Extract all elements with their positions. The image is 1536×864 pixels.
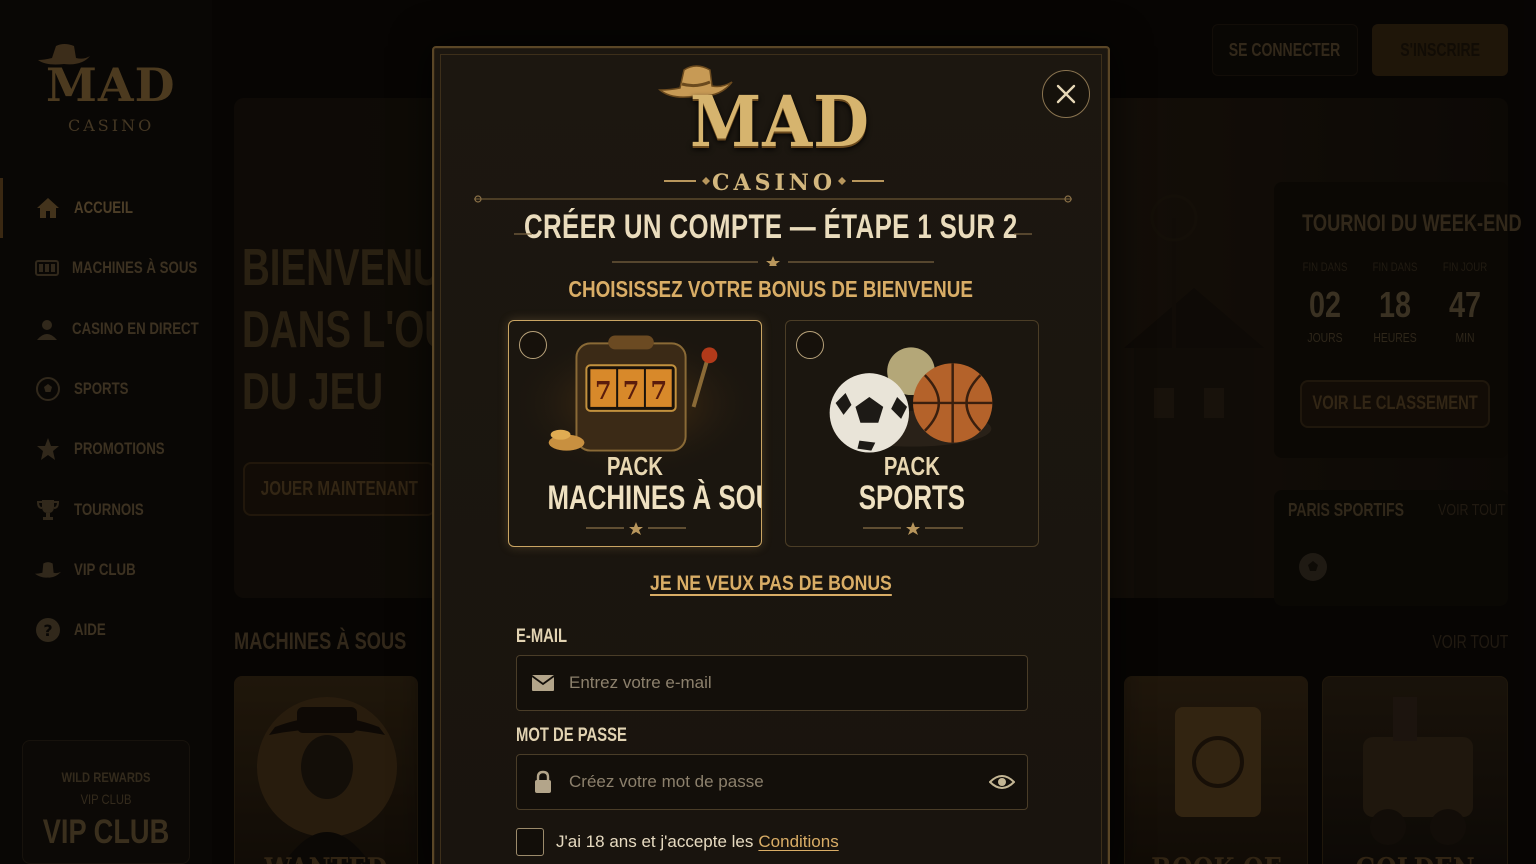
card-ornament <box>863 522 963 535</box>
bonus-pack-label: PACK <box>607 451 663 481</box>
bonus-pack-name: MACHINES À SOUS <box>547 479 761 517</box>
password-label: MOT DE PASSE <box>516 725 627 746</box>
lock-icon <box>517 754 569 810</box>
close-button[interactable] <box>1042 70 1090 118</box>
card-ornament <box>586 522 686 535</box>
signup-modal: MAD CASINO CRÉER UN COMPTE — ÉTAPE 1 SUR… <box>432 46 1110 864</box>
show-password-eye-icon[interactable] <box>977 755 1027 809</box>
no-bonus-wrap: JE NE VEUX PAS DE BONUS <box>434 572 1108 596</box>
modal-brand-logo: MAD CASINO <box>654 58 894 196</box>
bonus-subtitle: CHOISISSEZ VOTRE BONUS DE BIENVENUE <box>568 276 974 302</box>
terms-text: J'ai 18 ans et j'accepte les <box>556 832 754 851</box>
email-field[interactable] <box>516 655 1028 711</box>
close-icon <box>1056 84 1076 104</box>
svg-text:7: 7 <box>595 377 612 405</box>
svg-text:7: 7 <box>623 377 640 405</box>
terms-link[interactable]: Conditions <box>758 832 838 852</box>
modal-brand-sub: CASINO <box>711 170 837 196</box>
password-input[interactable] <box>569 755 977 809</box>
bonus-pack-name: SPORTS <box>858 479 966 517</box>
bonus-card-sports[interactable]: PACK SPORTS <box>785 320 1039 547</box>
no-bonus-link[interactable]: JE NE VEUX PAS DE BONUS <box>650 572 892 596</box>
envelope-icon <box>517 655 569 711</box>
terms-checkbox[interactable] <box>516 828 544 856</box>
bonus-pack-label: PACK <box>884 451 940 481</box>
bonus-radio-slots[interactable] <box>519 331 547 359</box>
bonus-radio-sports[interactable] <box>796 331 824 359</box>
terms-row: J'ai 18 ans et j'accepte les Conditions <box>516 828 839 856</box>
title-ornament <box>514 233 1032 266</box>
header-divider <box>474 195 1072 203</box>
email-input[interactable] <box>569 656 1027 710</box>
bonus-card-slots[interactable]: 7 7 7 PACK MACHINES À SOUS <box>508 320 762 547</box>
bonus-subtitle-wrap: CHOISISSEZ VOTRE BONUS DE BIENVENUE <box>434 276 1108 303</box>
email-label: E-MAIL <box>516 626 568 647</box>
svg-text:7: 7 <box>651 377 668 405</box>
password-field[interactable] <box>516 754 1028 810</box>
modal-brand-name: MAD <box>690 80 870 163</box>
